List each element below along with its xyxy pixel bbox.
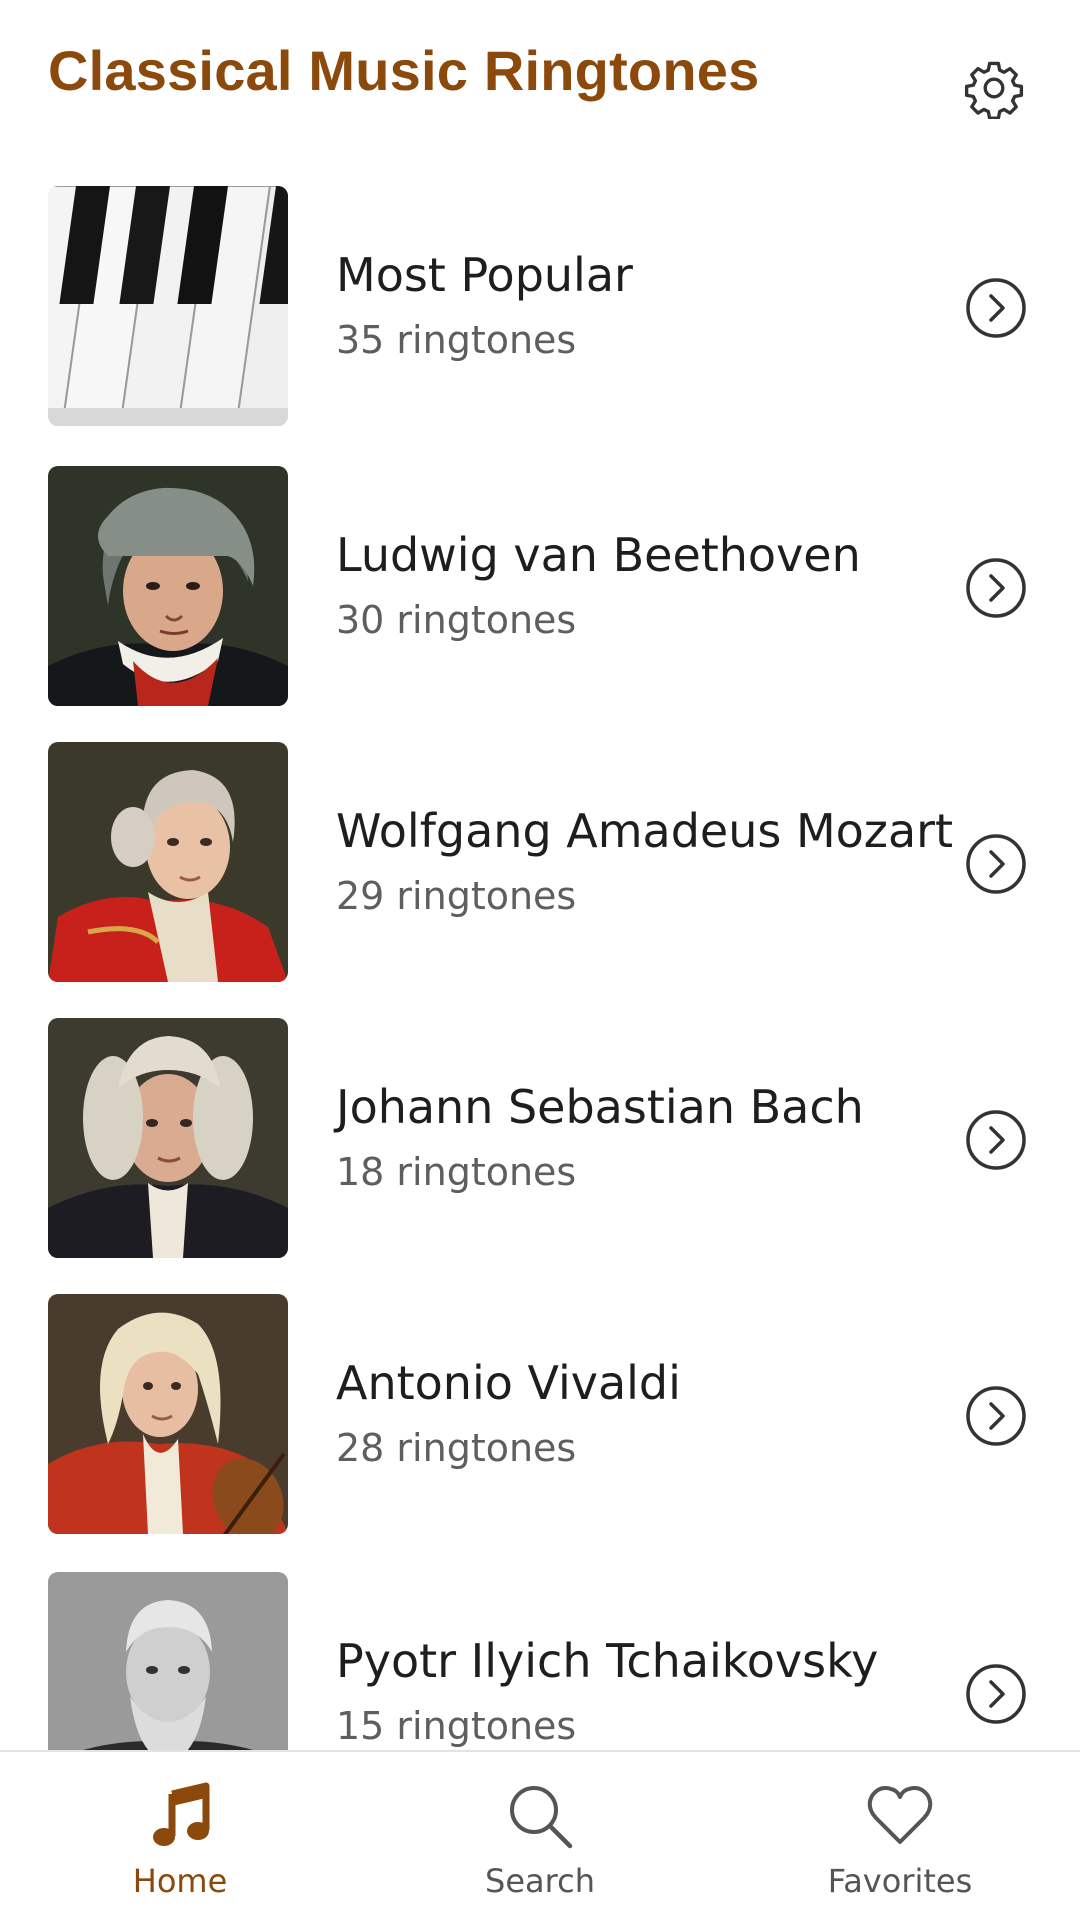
chevron-right-circle-icon[interactable] [964,1662,1028,1726]
chevron-right-circle-icon[interactable] [964,556,1028,620]
category-thumbnail-bach [48,1018,288,1258]
category-row-tchaikovsky[interactable]: Pyotr Ilyich Tchaikovsky 15 ringtones [0,1572,1080,1750]
category-count: 29 ringtones [336,874,577,918]
nav-favorites[interactable]: Favorites [720,1752,1080,1920]
category-title: Most Popular [336,248,633,302]
category-title: Ludwig van Beethoven [336,528,861,582]
chevron-right-circle-icon[interactable] [964,276,1028,340]
bottom-navigation: Home Search Favorites [0,1750,1080,1920]
category-row-vivaldi[interactable]: Antonio Vivaldi 28 ringtones [0,1294,1080,1534]
category-count: 30 ringtones [336,598,577,642]
category-title: Pyotr Ilyich Tchaikovsky [336,1634,879,1688]
category-thumbnail-tchaikovsky [48,1572,288,1750]
chevron-right-circle-icon[interactable] [964,1384,1028,1448]
category-count: 18 ringtones [336,1150,577,1194]
nav-search-label: Search [485,1862,595,1900]
heart-icon [867,1786,933,1844]
category-row-mozart[interactable]: Wolfgang Amadeus Mozart 29 ringtones [0,742,1080,982]
nav-home[interactable]: Home [0,1752,360,1920]
category-title: Wolfgang Amadeus Mozart [336,804,954,858]
app-header: Classical Music Ringtones [0,0,1080,160]
category-count: 35 ringtones [336,318,577,362]
category-count: 15 ringtones [336,1704,577,1748]
category-count: 28 ringtones [336,1426,577,1470]
category-thumbnail-piano [48,186,288,426]
category-thumbnail-vivaldi [48,1294,288,1534]
chevron-right-circle-icon[interactable] [964,1108,1028,1172]
category-row-beethoven[interactable]: Ludwig van Beethoven 30 ringtones [0,466,1080,706]
category-row-most-popular[interactable]: Most Popular 35 ringtones [0,186,1080,426]
app-title: Classical Music Ringtones [48,39,760,102]
category-thumbnail-beethoven [48,466,288,706]
nav-search[interactable]: Search [360,1752,720,1920]
app-screen: Classical Music Ringtones Most Popular 3… [0,0,1080,1920]
nav-home-label: Home [132,1862,228,1900]
category-thumbnail-mozart [48,742,288,982]
nav-favorites-label: Favorites [827,1862,973,1900]
category-title: Antonio Vivaldi [336,1356,681,1410]
category-list: Most Popular 35 ringtones Ludwig van Bee… [0,186,1080,1750]
settings-button[interactable] [956,50,1032,126]
gear-icon [964,61,1024,119]
chevron-right-circle-icon[interactable] [964,832,1028,896]
search-icon [510,1786,573,1849]
music-note-icon [153,1782,210,1846]
category-title: Johann Sebastian Bach [336,1080,864,1134]
category-row-bach[interactable]: Johann Sebastian Bach 18 ringtones [0,1018,1080,1258]
